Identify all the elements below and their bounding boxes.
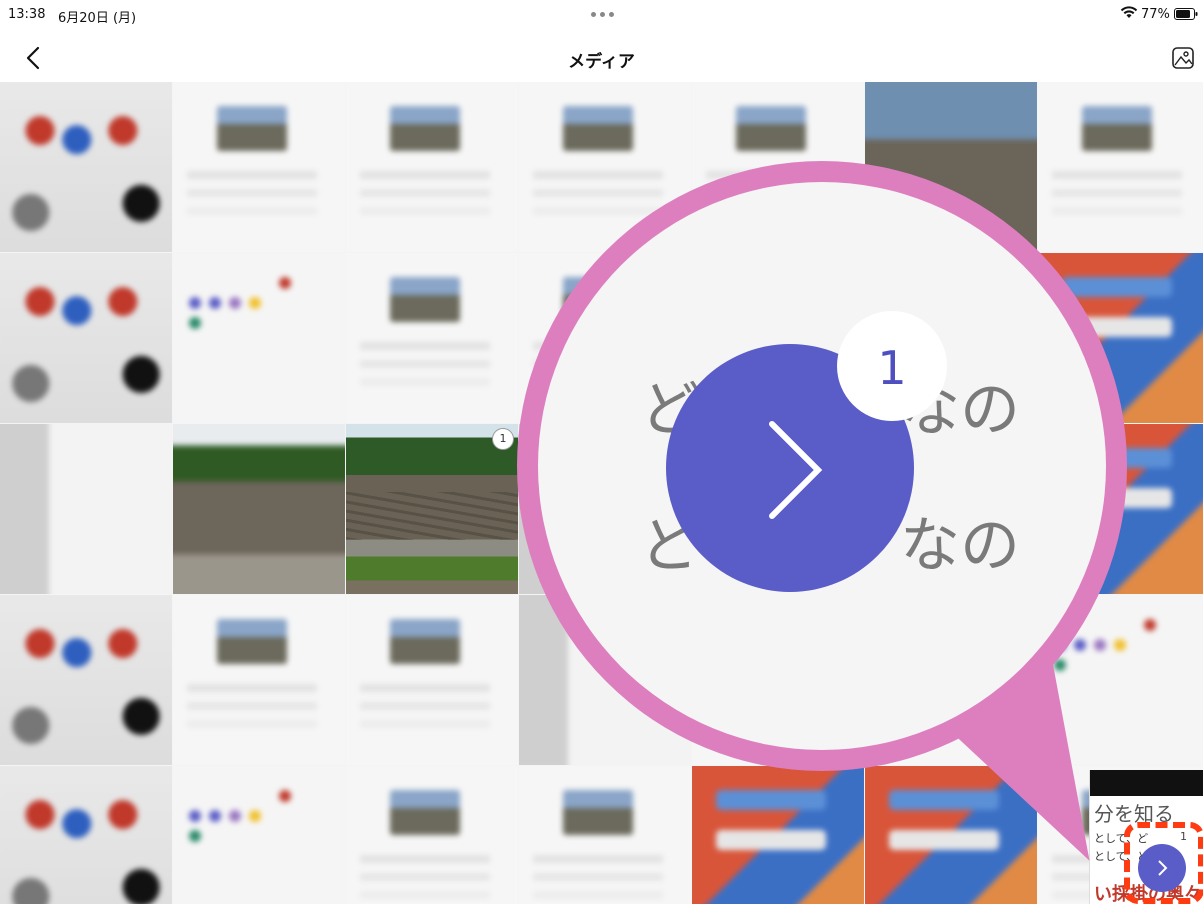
page-title: メディア (568, 52, 635, 72)
media-thumbnail[interactable] (173, 766, 345, 904)
multitasking-dots[interactable] (591, 12, 614, 17)
media-thumbnail[interactable] (346, 595, 518, 765)
media-thumbnail[interactable] (692, 424, 864, 594)
media-thumbnail[interactable] (865, 766, 1037, 904)
photo-gallery-icon[interactable] (1170, 45, 1196, 71)
media-thumbnail[interactable] (519, 424, 691, 594)
media-thumbnail[interactable] (173, 424, 345, 594)
media-grid: 1 (0, 82, 1203, 904)
media-thumbnail[interactable] (346, 253, 518, 423)
media-thumbnail[interactable] (519, 253, 691, 423)
next-button-count: 1 (1180, 830, 1187, 843)
media-thumbnail[interactable] (173, 82, 345, 252)
status-time: 13:38 (8, 7, 46, 22)
corner-screenshot-thumbnail[interactable]: 分を知る として、ど として、ど い採掛の奥々 1 (1089, 770, 1203, 904)
featured-photo-thumbnail[interactable]: 1 (346, 424, 518, 594)
screenshot-top-strip (1090, 770, 1203, 796)
nav-bar: メディア (0, 30, 1203, 82)
media-thumbnail[interactable] (0, 82, 172, 252)
media-thumbnail[interactable] (692, 253, 864, 423)
media-thumbnail[interactable] (346, 82, 518, 252)
status-date: 6月20日 (月) (58, 11, 137, 26)
media-thumbnail[interactable] (173, 595, 345, 765)
media-thumbnail[interactable] (865, 253, 1037, 423)
media-thumbnail[interactable] (0, 766, 172, 904)
media-thumbnail[interactable] (692, 766, 864, 904)
next-button[interactable] (1138, 844, 1186, 892)
battery-percent: 77% (1141, 7, 1170, 22)
media-thumbnail[interactable] (1038, 424, 1203, 594)
media-thumbnail[interactable] (346, 766, 518, 904)
media-thumbnail[interactable] (0, 424, 172, 594)
media-thumbnail[interactable] (865, 82, 1037, 252)
wifi-icon (1120, 6, 1138, 18)
screenshot-heading: 分を知る (1094, 802, 1174, 826)
media-thumbnail[interactable] (692, 82, 864, 252)
battery-icon (1174, 8, 1198, 20)
media-thumbnail[interactable] (1038, 82, 1203, 252)
media-thumbnail[interactable] (865, 595, 1037, 765)
status-bar: 13:38 6月20日 (月) 77% (0, 0, 1203, 30)
media-thumbnail[interactable] (1038, 253, 1203, 423)
media-thumbnail[interactable] (519, 766, 691, 904)
selection-number-badge: 1 (492, 428, 514, 450)
chevron-right-icon (1158, 860, 1168, 876)
media-thumbnail[interactable] (519, 82, 691, 252)
media-thumbnail[interactable] (0, 253, 172, 423)
media-thumbnail[interactable] (173, 253, 345, 423)
media-thumbnail[interactable] (692, 595, 864, 765)
media-thumbnail[interactable] (519, 595, 691, 765)
media-thumbnail[interactable] (1038, 595, 1203, 765)
media-thumbnail[interactable] (0, 595, 172, 765)
media-thumbnail[interactable] (865, 424, 1037, 594)
